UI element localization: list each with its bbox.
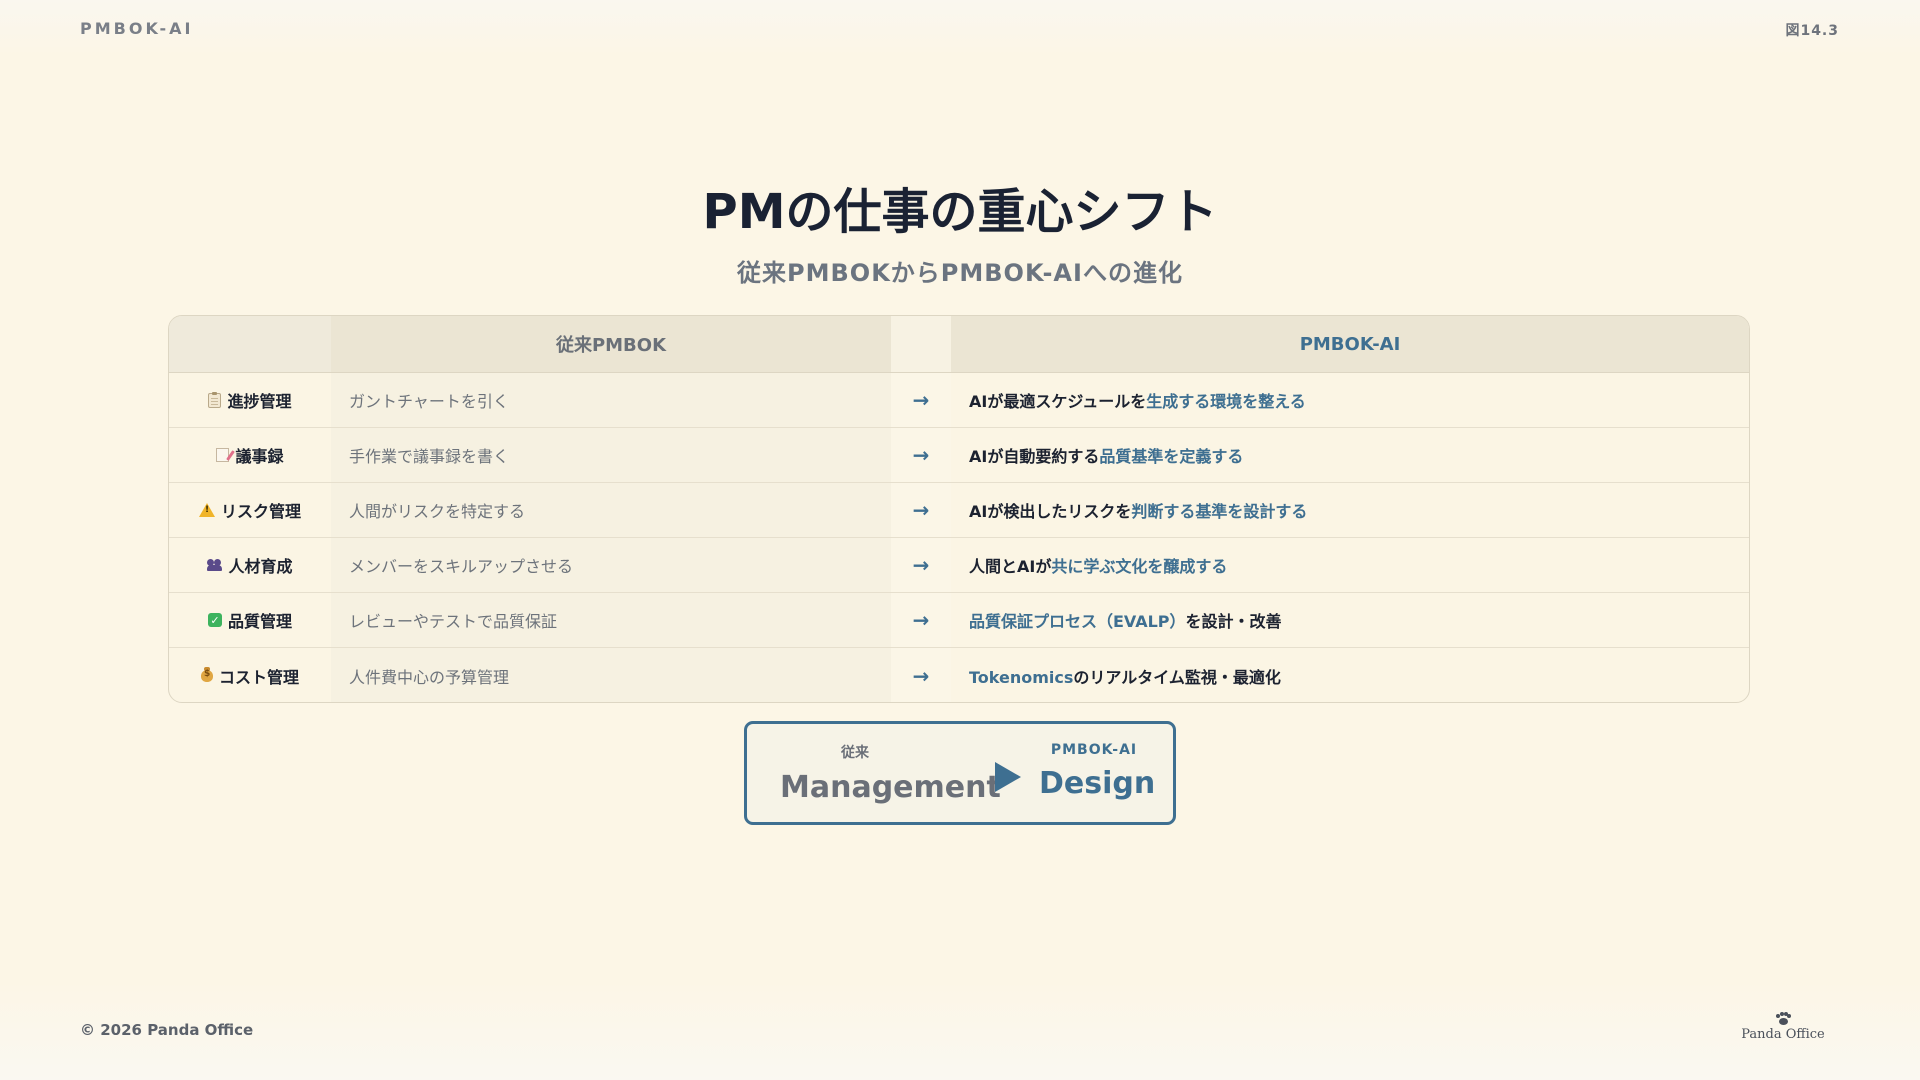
- paw-icon: [1775, 1012, 1791, 1026]
- right-arrow-icon: →: [912, 443, 930, 467]
- row-ai: Tokenomicsのリアルタイム監視・最適化: [969, 667, 1281, 687]
- shift-from-label: Management: [780, 770, 1001, 805]
- footer-band: [0, 980, 1920, 1080]
- row-category: リスク管理: [220, 502, 301, 521]
- header-empty-cell: [169, 316, 331, 372]
- header-band: [0, 0, 1920, 56]
- row-traditional: 人件費中心の予算管理: [349, 667, 510, 687]
- row-ai-highlight: 生成する環境を整える: [1146, 392, 1306, 411]
- right-arrow-icon: →: [912, 663, 930, 688]
- page-title: PMの仕事の重心シフト: [702, 184, 1218, 240]
- right-arrow-icon: →: [912, 498, 930, 522]
- row-ai: 品質保証プロセス（EVALP）を設計・改善: [969, 612, 1282, 631]
- people-icon: [207, 559, 223, 571]
- table-row: リスク管理 人間がリスクを特定する → AIが検出したリスクを判断する基準を設計…: [169, 483, 1749, 538]
- table-row: 進捗管理 ガントチャートを引く → AIが最適スケジュールを生成する環境を整える: [169, 373, 1749, 428]
- row-category: 議事録: [235, 447, 284, 466]
- brand-label: PMBOK-AI: [80, 19, 194, 38]
- row-ai: AIが自動要約する品質基準を定義する: [969, 447, 1244, 466]
- page-subtitle: 従来PMBOKからPMBOK-AIへの進化: [737, 259, 1183, 287]
- play-arrow-icon: [995, 762, 1021, 792]
- row-traditional: ガントチャートを引く: [349, 392, 509, 411]
- right-arrow-icon: →: [912, 608, 930, 632]
- comparison-table: 従来PMBOK PMBOK-AI 進捗管理 ガントチャートを引く → AIが最適…: [168, 315, 1750, 703]
- header-traditional-cell: 従来PMBOK: [331, 316, 891, 372]
- header-arrow-cell: [891, 316, 951, 372]
- row-ai: AIが最適スケジュールを生成する環境を整える: [969, 392, 1306, 411]
- shift-to-label: Design: [1039, 766, 1156, 801]
- row-ai: AIが検出したリスクを判断する基準を設計する: [969, 502, 1308, 521]
- row-ai-highlight: 共に学ぶ文化を醸成する: [1051, 557, 1228, 576]
- row-category: 品質管理: [227, 612, 292, 631]
- table-row: 人材育成 メンバーをスキルアップさせる → 人間とAIが共に学ぶ文化を醸成する: [169, 538, 1749, 593]
- header-ai-cell: PMBOK-AI: [951, 316, 1749, 372]
- column-header-ai: PMBOK-AI: [1299, 333, 1401, 355]
- copyright-text: © 2026 Panda Office: [80, 1021, 254, 1039]
- row-ai-highlight: 品質基準を定義する: [1099, 447, 1244, 466]
- row-traditional: メンバーをスキルアップさせる: [349, 557, 574, 576]
- shift-summary-box: 従来 Management PMBOK-AI Design: [744, 721, 1176, 825]
- row-category: 人材育成: [228, 557, 293, 576]
- row-traditional: レビューやテストで品質保証: [349, 612, 558, 631]
- shift-to-caption: PMBOK-AI: [1050, 742, 1138, 758]
- table-header-row: 従来PMBOK PMBOK-AI: [169, 316, 1749, 373]
- right-arrow-icon: →: [912, 553, 930, 577]
- clipboard-icon: [208, 391, 222, 408]
- warning-icon: [198, 503, 215, 517]
- row-category: コスト管理: [218, 667, 299, 687]
- row-ai-highlight: 判断する基準を設計する: [1131, 502, 1308, 521]
- check-icon: ✓: [207, 613, 222, 627]
- logo-text: Panda Office: [1741, 1027, 1825, 1042]
- shift-from-caption: 従来: [841, 745, 869, 761]
- memo-icon: [216, 448, 230, 462]
- row-traditional: 人間がリスクを特定する: [349, 502, 526, 521]
- row-traditional: 手作業で議事録を書く: [349, 447, 510, 466]
- column-header-traditional: 従来PMBOK: [555, 335, 667, 356]
- right-arrow-icon: →: [912, 388, 930, 412]
- money-bag-icon: [200, 666, 213, 682]
- table-row: コスト管理 人件費中心の予算管理 → Tokenomicsのリアルタイム監視・最…: [169, 648, 1749, 702]
- panda-office-logo: Panda Office: [1740, 1012, 1826, 1042]
- shift-from: 従来 Management: [780, 742, 1001, 805]
- table-row: 議事録 手作業で議事録を書く → AIが自動要約する品質基準を定義する: [169, 428, 1749, 483]
- figure-number: 図14.3: [1785, 23, 1839, 39]
- shift-to: PMBOK-AI Design: [1039, 742, 1156, 801]
- row-ai-highlight: Tokenomics: [969, 667, 1074, 687]
- row-category: 進捗管理: [227, 392, 292, 411]
- table-row: ✓ 品質管理 レビューやテストで品質保証 → 品質保証プロセス（EVALP）を設…: [169, 593, 1749, 648]
- row-ai-highlight: 品質保証プロセス（EVALP）: [969, 612, 1186, 631]
- row-ai: 人間とAIが共に学ぶ文化を醸成する: [969, 557, 1228, 576]
